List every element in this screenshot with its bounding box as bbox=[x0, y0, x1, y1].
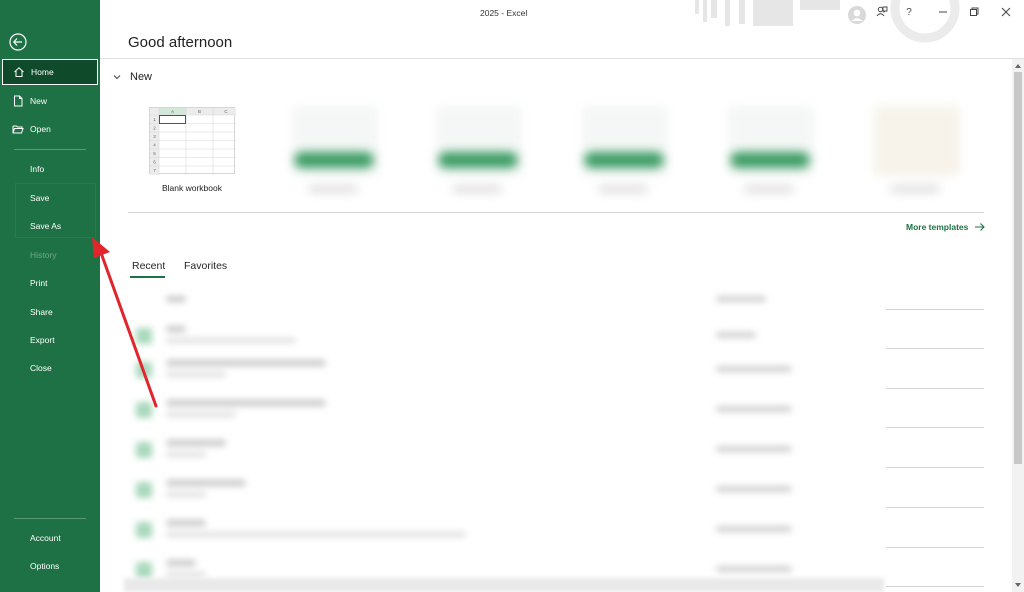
restore-icon bbox=[970, 7, 979, 16]
sidebar-divider bbox=[14, 149, 86, 150]
sidebar-item-label: Home bbox=[31, 67, 54, 77]
user-avatar-icon bbox=[848, 6, 866, 24]
more-templates-label: More templates bbox=[906, 222, 969, 232]
sidebar-item-label: Open bbox=[30, 124, 51, 134]
sidebar-item-label: New bbox=[30, 96, 48, 106]
template-thumbnail[interactable] bbox=[428, 102, 530, 198]
close-window-button[interactable] bbox=[998, 4, 1014, 20]
sidebar-item-info[interactable]: Info bbox=[2, 156, 98, 182]
blank-workbook-label: Blank workbook bbox=[161, 183, 222, 193]
new-section-header[interactable]: New bbox=[112, 71, 152, 83]
back-button[interactable] bbox=[8, 32, 28, 52]
horizontal-scroll-area bbox=[124, 578, 884, 592]
tab-label: Favorites bbox=[184, 260, 228, 272]
sidebar-item-home[interactable]: Home bbox=[2, 59, 98, 85]
sidebar-divider bbox=[14, 518, 86, 519]
row-divider bbox=[886, 309, 984, 310]
chevron-down-icon bbox=[113, 75, 121, 80]
restore-button[interactable] bbox=[966, 4, 982, 20]
scrollbar-thumb[interactable] bbox=[1014, 72, 1022, 464]
sidebar-item-label: Account bbox=[30, 533, 61, 543]
window-title: 2025 - Excel bbox=[480, 8, 528, 18]
minimize-icon bbox=[939, 11, 947, 13]
sidebar-item-label: Close bbox=[30, 363, 52, 373]
templates-divider bbox=[128, 212, 984, 213]
account-avatar[interactable] bbox=[846, 4, 868, 26]
template-thumbnail[interactable] bbox=[720, 102, 822, 198]
table-row[interactable] bbox=[126, 430, 886, 470]
template-thumbnail[interactable] bbox=[866, 102, 968, 198]
grid-column-header: A bbox=[171, 109, 174, 114]
header-divider bbox=[100, 58, 1024, 59]
tab-label: Recent bbox=[132, 260, 166, 272]
template-thumbnail[interactable] bbox=[574, 102, 676, 198]
sidebar-item-label: Share bbox=[30, 307, 53, 317]
tab-recent[interactable]: Recent bbox=[132, 260, 165, 272]
minimize-button[interactable] bbox=[935, 4, 951, 20]
help-icon: ? bbox=[906, 6, 912, 18]
section-heading: New bbox=[130, 71, 153, 83]
recent-files-list bbox=[126, 284, 886, 584]
backstage-sidebar: Home New Open Info Save Save As History … bbox=[0, 0, 100, 592]
sidebar-item-label: Export bbox=[30, 335, 55, 345]
folder-open-icon bbox=[12, 123, 24, 135]
row-divider bbox=[886, 467, 984, 468]
template-thumbnail[interactable] bbox=[284, 102, 386, 198]
table-row[interactable] bbox=[126, 390, 886, 430]
more-templates-link[interactable]: More templates bbox=[906, 222, 986, 232]
home-icon bbox=[13, 66, 25, 78]
sidebar-item-label: Options bbox=[30, 561, 60, 571]
row-divider bbox=[886, 547, 984, 548]
sidebar-item-label: Info bbox=[30, 164, 45, 174]
page-title: Good afternoon bbox=[128, 34, 233, 51]
sidebar-item-open[interactable]: Open bbox=[2, 116, 98, 142]
scroll-down-icon[interactable] bbox=[1013, 580, 1023, 590]
sidebar-item-history: History bbox=[2, 242, 98, 268]
close-icon bbox=[1001, 7, 1011, 17]
row-divider bbox=[886, 388, 984, 389]
help-button[interactable]: ? bbox=[901, 4, 917, 20]
sidebar-item-export[interactable]: Export bbox=[2, 327, 98, 353]
grid-column-header: B bbox=[198, 109, 201, 114]
blank-workbook-grid: A B C 1 2 3 4 5 6 7 bbox=[150, 108, 236, 175]
feedback-icon bbox=[876, 6, 888, 17]
sidebar-item-account[interactable]: Account bbox=[2, 525, 98, 551]
sidebar-item-close[interactable]: Close bbox=[2, 355, 98, 381]
active-tab-indicator bbox=[130, 276, 165, 278]
arrow-right-icon bbox=[975, 223, 986, 231]
row-divider bbox=[886, 348, 984, 349]
back-arrow-icon bbox=[9, 33, 27, 51]
row-divider bbox=[886, 507, 984, 508]
annotation-highlight-box bbox=[15, 183, 96, 238]
sidebar-item-share[interactable]: Share bbox=[2, 299, 98, 325]
sidebar-item-print[interactable]: Print bbox=[2, 270, 98, 296]
blank-workbook-template[interactable]: A B C 1 2 3 4 5 6 7 bbox=[149, 107, 236, 175]
feedback-button[interactable] bbox=[874, 4, 890, 20]
title-decoration bbox=[695, 0, 960, 43]
sidebar-item-label: History bbox=[30, 250, 57, 260]
tab-favorites[interactable]: Favorites bbox=[184, 260, 227, 272]
table-row[interactable] bbox=[126, 350, 886, 390]
sidebar-item-label: Print bbox=[30, 278, 48, 288]
table-row[interactable] bbox=[126, 470, 886, 510]
row-divider bbox=[886, 427, 984, 428]
sidebar-item-options[interactable]: Options bbox=[2, 553, 98, 579]
scroll-up-icon[interactable] bbox=[1013, 61, 1023, 71]
row-divider bbox=[886, 586, 984, 587]
new-file-icon bbox=[12, 95, 24, 107]
sidebar-item-new[interactable]: New bbox=[2, 88, 98, 114]
table-row[interactable] bbox=[126, 510, 886, 550]
